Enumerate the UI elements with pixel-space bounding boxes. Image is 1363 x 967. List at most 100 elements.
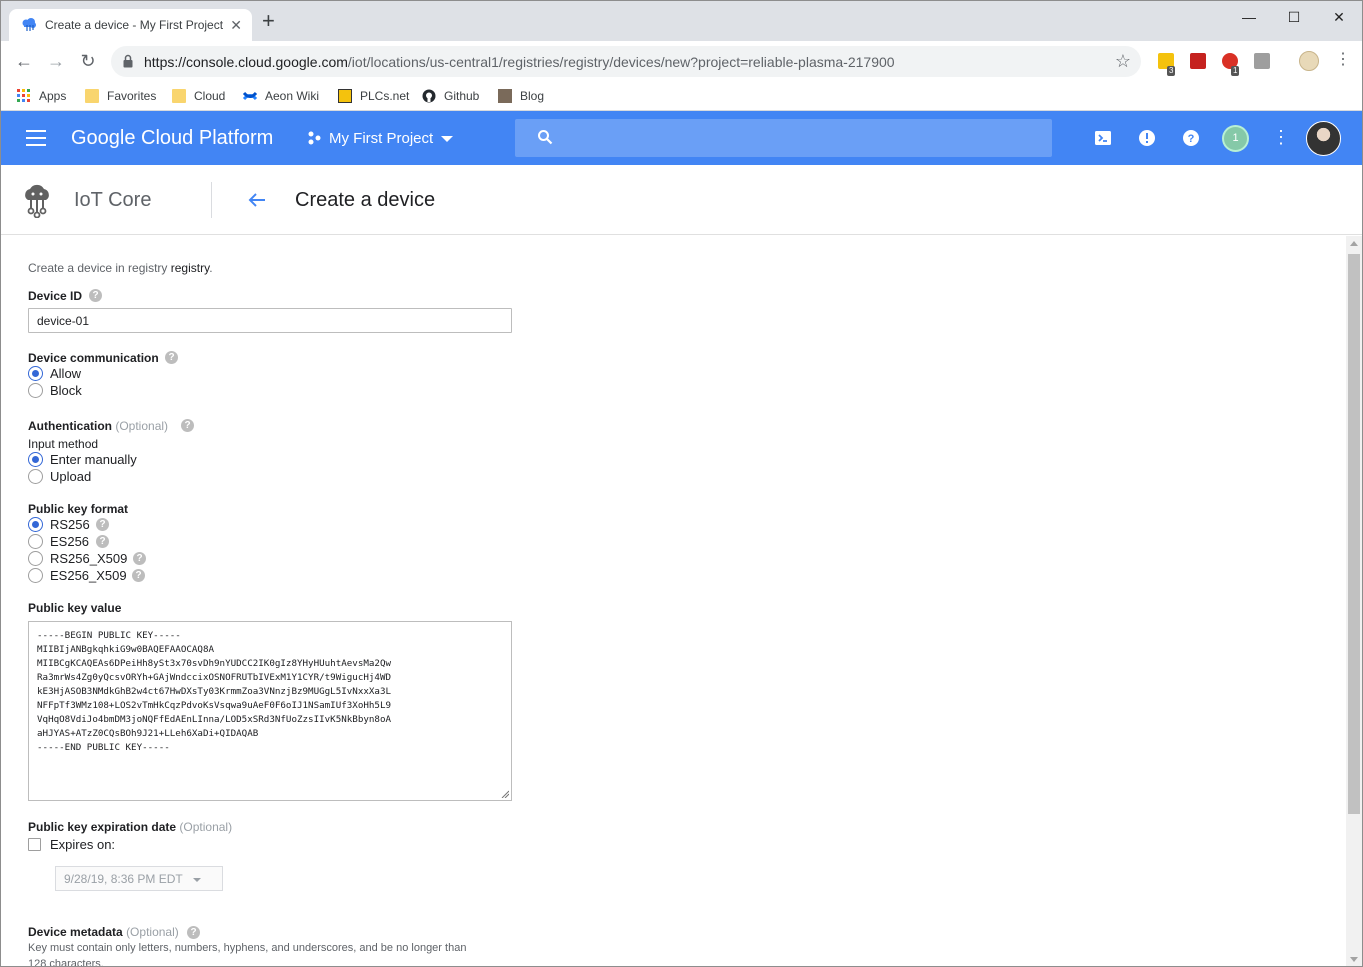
optional-tag: (Optional) bbox=[179, 820, 233, 834]
minimize-icon[interactable]: — bbox=[1226, 5, 1272, 29]
radio-block[interactable] bbox=[28, 383, 43, 398]
gcp-header: Google Cloud Platform My First Project ?… bbox=[1, 111, 1362, 165]
project-dots-icon bbox=[308, 131, 321, 145]
scroll-down-icon[interactable] bbox=[1350, 957, 1358, 962]
github-icon bbox=[422, 89, 436, 103]
radio-allow-label: Allow bbox=[50, 366, 82, 381]
tab-strip: Create a device - My First Project ✕ + —… bbox=[1, 1, 1362, 41]
scrollbar-thumb[interactable] bbox=[1348, 254, 1360, 814]
apps-grid-icon bbox=[17, 88, 30, 102]
settings-menu-icon[interactable]: ⋮ bbox=[1272, 128, 1290, 146]
new-tab-icon[interactable]: + bbox=[262, 10, 275, 32]
bookmark-aeon-wiki[interactable]: Aeon Wiki bbox=[243, 87, 319, 105]
help-icon[interactable]: ? bbox=[1182, 129, 1200, 147]
back-icon[interactable]: ← bbox=[12, 50, 36, 74]
ext-g-icon[interactable] bbox=[1254, 53, 1270, 69]
radio-rs256[interactable] bbox=[28, 517, 43, 532]
scroll-up-icon[interactable] bbox=[1350, 241, 1358, 246]
radio-es256-x509[interactable] bbox=[28, 568, 43, 583]
cloud-shell-icon[interactable] bbox=[1094, 129, 1112, 147]
address-bar[interactable]: https://console.cloud.google.com/iot/loc… bbox=[111, 46, 1141, 77]
blog-icon bbox=[498, 88, 512, 103]
browser-window: Create a device - My First Project ✕ + —… bbox=[0, 0, 1363, 967]
forward-icon[interactable]: → bbox=[44, 50, 68, 74]
radio-allow[interactable] bbox=[28, 366, 43, 381]
tab-close-icon[interactable]: ✕ bbox=[230, 17, 242, 33]
help-circle-icon[interactable]: ? bbox=[133, 552, 146, 565]
key-value-label: Public key value bbox=[28, 601, 122, 615]
radio-rs256-x509[interactable] bbox=[28, 551, 43, 566]
metadata-hint-cont: 128 characters. bbox=[28, 958, 104, 967]
bookmark-apps[interactable]: Apps bbox=[17, 87, 66, 105]
resize-grip-icon[interactable] bbox=[501, 790, 509, 798]
expiration-label-text: Public key expiration date bbox=[28, 820, 177, 834]
bookmark-label: Cloud bbox=[194, 89, 226, 103]
bookmark-cloud[interactable]: Cloud bbox=[172, 87, 225, 105]
help-circle-icon[interactable]: ? bbox=[165, 351, 178, 364]
url-path: /iot/locations/us-central1/registries/re… bbox=[347, 54, 895, 70]
radio-upload-label: Upload bbox=[50, 469, 92, 484]
device-id-label: Device ID bbox=[28, 289, 83, 303]
divider bbox=[211, 182, 212, 218]
help-circle-icon[interactable]: ? bbox=[96, 518, 109, 531]
ext-yellow-badge: 3 bbox=[1167, 66, 1176, 76]
menu-icon[interactable] bbox=[26, 130, 46, 146]
lock-icon bbox=[123, 54, 133, 68]
back-arrow-icon[interactable] bbox=[247, 190, 267, 210]
svg-text:?: ? bbox=[1188, 133, 1195, 145]
radio-rs256-label: RS256 bbox=[50, 517, 90, 532]
profile-avatar-icon[interactable] bbox=[1299, 51, 1319, 71]
browser-menu-icon[interactable]: ⋮ bbox=[1335, 52, 1351, 68]
authentication-label: Authentication (Optional) bbox=[28, 419, 168, 433]
authentication-label-text: Authentication bbox=[28, 419, 112, 433]
bookmark-star-icon[interactable]: ☆ bbox=[1115, 51, 1131, 72]
radio-upload[interactable] bbox=[28, 469, 43, 484]
tab-title: Create a device - My First Project bbox=[45, 18, 223, 32]
window-close-icon[interactable]: ✕ bbox=[1316, 5, 1362, 29]
project-selector[interactable]: My First Project bbox=[307, 130, 454, 147]
help-circle-icon[interactable]: ? bbox=[96, 535, 109, 548]
help-circle-icon[interactable]: ? bbox=[132, 569, 145, 582]
help-circle-icon[interactable]: ? bbox=[181, 419, 194, 432]
radio-es256-x509-label: ES256_X509 bbox=[50, 568, 127, 583]
bookmark-github[interactable]: Github bbox=[422, 87, 479, 105]
notifications-badge[interactable]: 1 bbox=[1222, 125, 1249, 152]
bookmark-label: Apps bbox=[39, 89, 67, 103]
expiration-date-select[interactable]: 9/28/19, 8:36 PM EDT bbox=[55, 866, 223, 891]
bookmark-label: Favorites bbox=[107, 89, 157, 103]
bookmark-plcs[interactable]: PLCs.net bbox=[338, 87, 409, 105]
radio-es256[interactable] bbox=[28, 534, 43, 549]
intro-suffix: . bbox=[209, 261, 213, 275]
help-circle-icon[interactable]: ? bbox=[89, 289, 102, 302]
device-id-field[interactable]: device-01 bbox=[28, 308, 512, 333]
input-method-label: Input method bbox=[28, 437, 99, 451]
expiration-date-value: 9/28/19, 8:36 PM EDT bbox=[64, 872, 183, 886]
search-input[interactable] bbox=[515, 119, 1052, 157]
reload-icon[interactable]: ↻ bbox=[76, 50, 100, 74]
intro-prefix: Create a device in registry bbox=[28, 261, 171, 275]
optional-tag: (Optional) bbox=[126, 925, 179, 939]
radio-enter-manually[interactable] bbox=[28, 452, 43, 467]
page-scrollbar[interactable] bbox=[1346, 236, 1362, 966]
iot-core-favicon-icon bbox=[22, 18, 36, 31]
bookmark-blog[interactable]: Blog bbox=[498, 87, 544, 105]
browser-tab[interactable]: Create a device - My First Project ✕ bbox=[9, 9, 252, 41]
avatar[interactable] bbox=[1306, 121, 1341, 156]
ext-pdf-icon[interactable] bbox=[1190, 53, 1206, 69]
help-circle-icon[interactable]: ? bbox=[187, 926, 200, 939]
maximize-icon[interactable]: ☐ bbox=[1271, 5, 1317, 29]
plcs-icon bbox=[338, 88, 352, 103]
expires-on-checkbox[interactable] bbox=[28, 838, 41, 851]
feedback-icon[interactable] bbox=[1138, 129, 1156, 147]
metadata-label-text: Device metadata bbox=[28, 925, 123, 939]
radio-enter-manually-label: Enter manually bbox=[50, 452, 137, 467]
product-title: IoT Core bbox=[74, 189, 152, 211]
url-host: https://console.cloud.google.com bbox=[144, 54, 348, 70]
metadata-hint: Key must contain only letters, numbers, … bbox=[28, 942, 467, 954]
browser-toolbar: ← → ↻ https://console.cloud.google.com/i… bbox=[1, 41, 1362, 82]
bookmarks-bar: Apps Favorites Cloud Aeon Wiki PLCs.net … bbox=[1, 82, 1362, 111]
bookmark-favorites[interactable]: Favorites bbox=[85, 87, 156, 105]
public-key-textarea[interactable]: -----BEGIN PUBLIC KEY----- MIIBIjANBgkqh… bbox=[28, 621, 512, 801]
confluence-icon bbox=[243, 91, 257, 100]
gcp-brand[interactable]: Google Cloud Platform bbox=[71, 127, 273, 150]
